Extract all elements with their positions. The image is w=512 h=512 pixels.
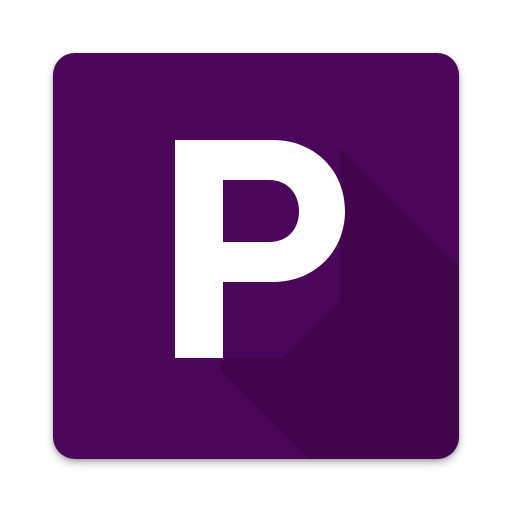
icon-canvas: P (0, 0, 512, 512)
letter-p-icon: P (53, 53, 459, 459)
app-icon[interactable]: P (53, 53, 459, 459)
